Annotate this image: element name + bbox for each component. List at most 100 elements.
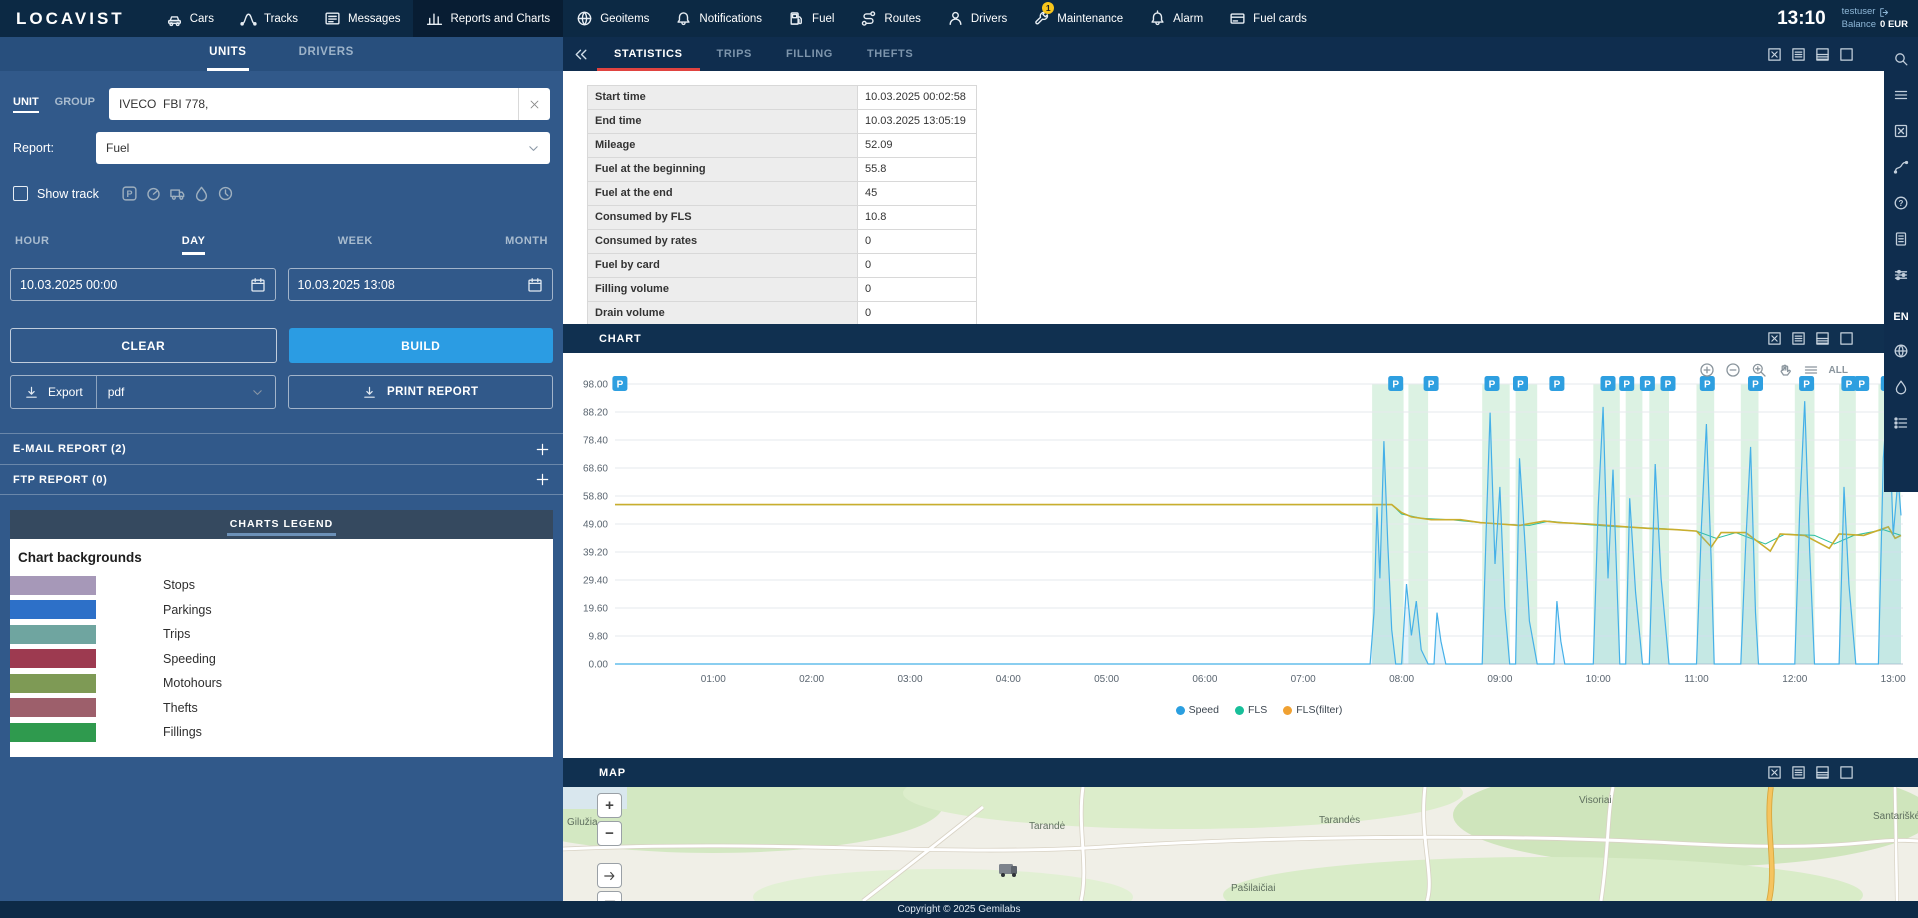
email-report-row[interactable]: E-MAIL REPORT (2) [0, 433, 563, 464]
show-track-checkbox[interactable] [13, 186, 28, 201]
build-button[interactable]: BUILD [289, 328, 554, 363]
chart-legend-item[interactable]: FLS(filter) [1283, 704, 1342, 716]
nav-item[interactable]: Notifications [662, 0, 775, 37]
main-tab[interactable]: THEFTS [850, 37, 930, 71]
clear-unit-button[interactable] [518, 88, 550, 120]
zoom-all-button[interactable]: ALL [1829, 365, 1848, 376]
water-drop-icon[interactable] [1893, 379, 1909, 395]
tracks-icon [240, 10, 257, 27]
water-drop-icon[interactable] [193, 185, 210, 202]
gauge-icon[interactable] [145, 185, 162, 202]
panel-close-icon[interactable] [1767, 765, 1782, 780]
sidebar-tab[interactable]: DRIVERS [297, 37, 356, 71]
globe-icon[interactable] [1893, 343, 1909, 359]
subtab[interactable]: UNIT [13, 96, 39, 113]
nav-item[interactable]: Fuel cards [1216, 0, 1320, 37]
date-to-field[interactable]: 10.03.2025 13:08 [288, 268, 554, 301]
subtab[interactable]: GROUP [55, 96, 95, 113]
nav-item-label: Drivers [971, 13, 1007, 25]
pan-hand-icon[interactable] [1777, 362, 1793, 378]
report-links: E-MAIL REPORT (2) FTP REPORT (0) [0, 433, 563, 495]
panel-split-icon[interactable] [1815, 765, 1830, 780]
stats-label: Consumed by FLS [588, 206, 858, 230]
nav-item[interactable]: Reports and Charts [413, 0, 563, 37]
date-from-field[interactable]: 10.03.2025 00:00 [10, 268, 276, 301]
help-icon[interactable]: ? [1893, 195, 1909, 211]
truck-icon[interactable] [169, 185, 186, 202]
panel-split-icon[interactable] [1815, 47, 1830, 62]
add-ftp-report-button[interactable] [535, 472, 550, 487]
stats-label: End time [588, 110, 858, 134]
export-format-select[interactable]: pdf [97, 376, 275, 408]
nav-item[interactable]: Drivers [934, 0, 1020, 37]
menu-icon[interactable] [1893, 87, 1909, 103]
nav-item[interactable]: Routes [847, 0, 933, 37]
print-report-button[interactable]: PRINT REPORT [288, 375, 554, 409]
clear-button[interactable]: CLEAR [10, 328, 277, 363]
zoom-area-icon[interactable] [1751, 362, 1767, 378]
list-icon[interactable] [1893, 415, 1909, 431]
lines-icon[interactable] [1803, 362, 1819, 378]
curve-icon[interactable] [1893, 159, 1909, 175]
svg-text:58.80: 58.80 [583, 492, 608, 503]
main-tab[interactable]: FILLING [769, 37, 850, 71]
nav-item[interactable]: Messages [311, 0, 413, 37]
map-zoom-in-button[interactable]: + [597, 793, 622, 818]
report-select[interactable]: Fuel [96, 132, 550, 164]
legend-item: Parkings [10, 598, 553, 623]
period-tab[interactable]: DAY [182, 235, 206, 255]
map-canvas[interactable]: GilužiaTarandėTarandėsVisoriaiPašilaičia… [563, 787, 1918, 901]
search-icon[interactable] [1893, 51, 1909, 67]
clear-x-icon [529, 99, 540, 110]
chart-legend-item[interactable]: Speed [1176, 704, 1219, 716]
export-button[interactable]: Export [11, 376, 96, 408]
main-tab[interactable]: STATISTICS [597, 37, 700, 71]
edit-icon[interactable] [1893, 123, 1909, 139]
sidebar-tab[interactable]: UNITS [207, 37, 249, 71]
collapse-sidebar-button[interactable] [563, 37, 597, 71]
period-tab[interactable]: WEEK [338, 235, 373, 255]
legend-rows: Stops Parkings Trips Speeding [10, 573, 553, 745]
add-email-report-button[interactable] [535, 442, 550, 457]
panel-maximize-icon[interactable] [1839, 765, 1854, 780]
nav-item[interactable]: 1 Maintenance [1020, 0, 1136, 37]
nav-item[interactable]: Tracks [227, 0, 311, 37]
chart-legend-item[interactable]: FLS [1235, 704, 1267, 716]
ftp-report-row[interactable]: FTP REPORT (0) [0, 464, 563, 495]
legend-section-title: Chart backgrounds [18, 550, 553, 565]
panel-list-icon[interactable] [1791, 47, 1806, 62]
legend-dot [1235, 706, 1244, 715]
map-tool-button[interactable] [597, 891, 622, 901]
chart-canvas[interactable]: ALL 98.0088.2078.4068.6058.8049.0039.202… [563, 353, 1918, 758]
period-tab[interactable]: HOUR [15, 235, 49, 255]
period-tab[interactable]: MONTH [505, 235, 548, 255]
parking-badge-icon[interactable]: P [121, 185, 138, 202]
report-type-row: Report: Fuel [13, 132, 550, 164]
nav-item[interactable]: Cars [153, 0, 227, 37]
document-icon[interactable] [1893, 231, 1909, 247]
panel-close-icon[interactable] [1767, 331, 1782, 346]
panel-list-icon[interactable] [1791, 765, 1806, 780]
panel-close-icon[interactable] [1767, 47, 1782, 62]
language-selector[interactable]: EN [1893, 311, 1908, 323]
nav-item[interactable]: Geoitems [563, 0, 662, 37]
nav-item[interactable]: Fuel [775, 0, 847, 37]
logout-icon[interactable] [1879, 7, 1890, 18]
main-tab[interactable]: TRIPS [700, 37, 769, 71]
panel-controls [1767, 765, 1918, 780]
zoom-in-icon[interactable] [1699, 362, 1715, 378]
clock-icon[interactable] [217, 185, 234, 202]
map-pan-button[interactable] [597, 863, 622, 888]
nav-items: Cars Tracks Messages Reports and Charts [153, 0, 1320, 37]
map-zoom-out-button[interactable]: − [597, 821, 622, 846]
map-panel-header: MAP [563, 758, 1918, 787]
zoom-out-icon[interactable] [1725, 362, 1741, 378]
unit-input[interactable] [109, 97, 518, 111]
nav-item-label: Reports and Charts [450, 13, 550, 25]
nav-item[interactable]: Alarm [1136, 0, 1216, 37]
panel-maximize-icon[interactable] [1839, 331, 1854, 346]
panel-list-icon[interactable] [1791, 331, 1806, 346]
panel-maximize-icon[interactable] [1839, 47, 1854, 62]
sliders-icon[interactable] [1893, 267, 1909, 283]
panel-split-icon[interactable] [1815, 331, 1830, 346]
